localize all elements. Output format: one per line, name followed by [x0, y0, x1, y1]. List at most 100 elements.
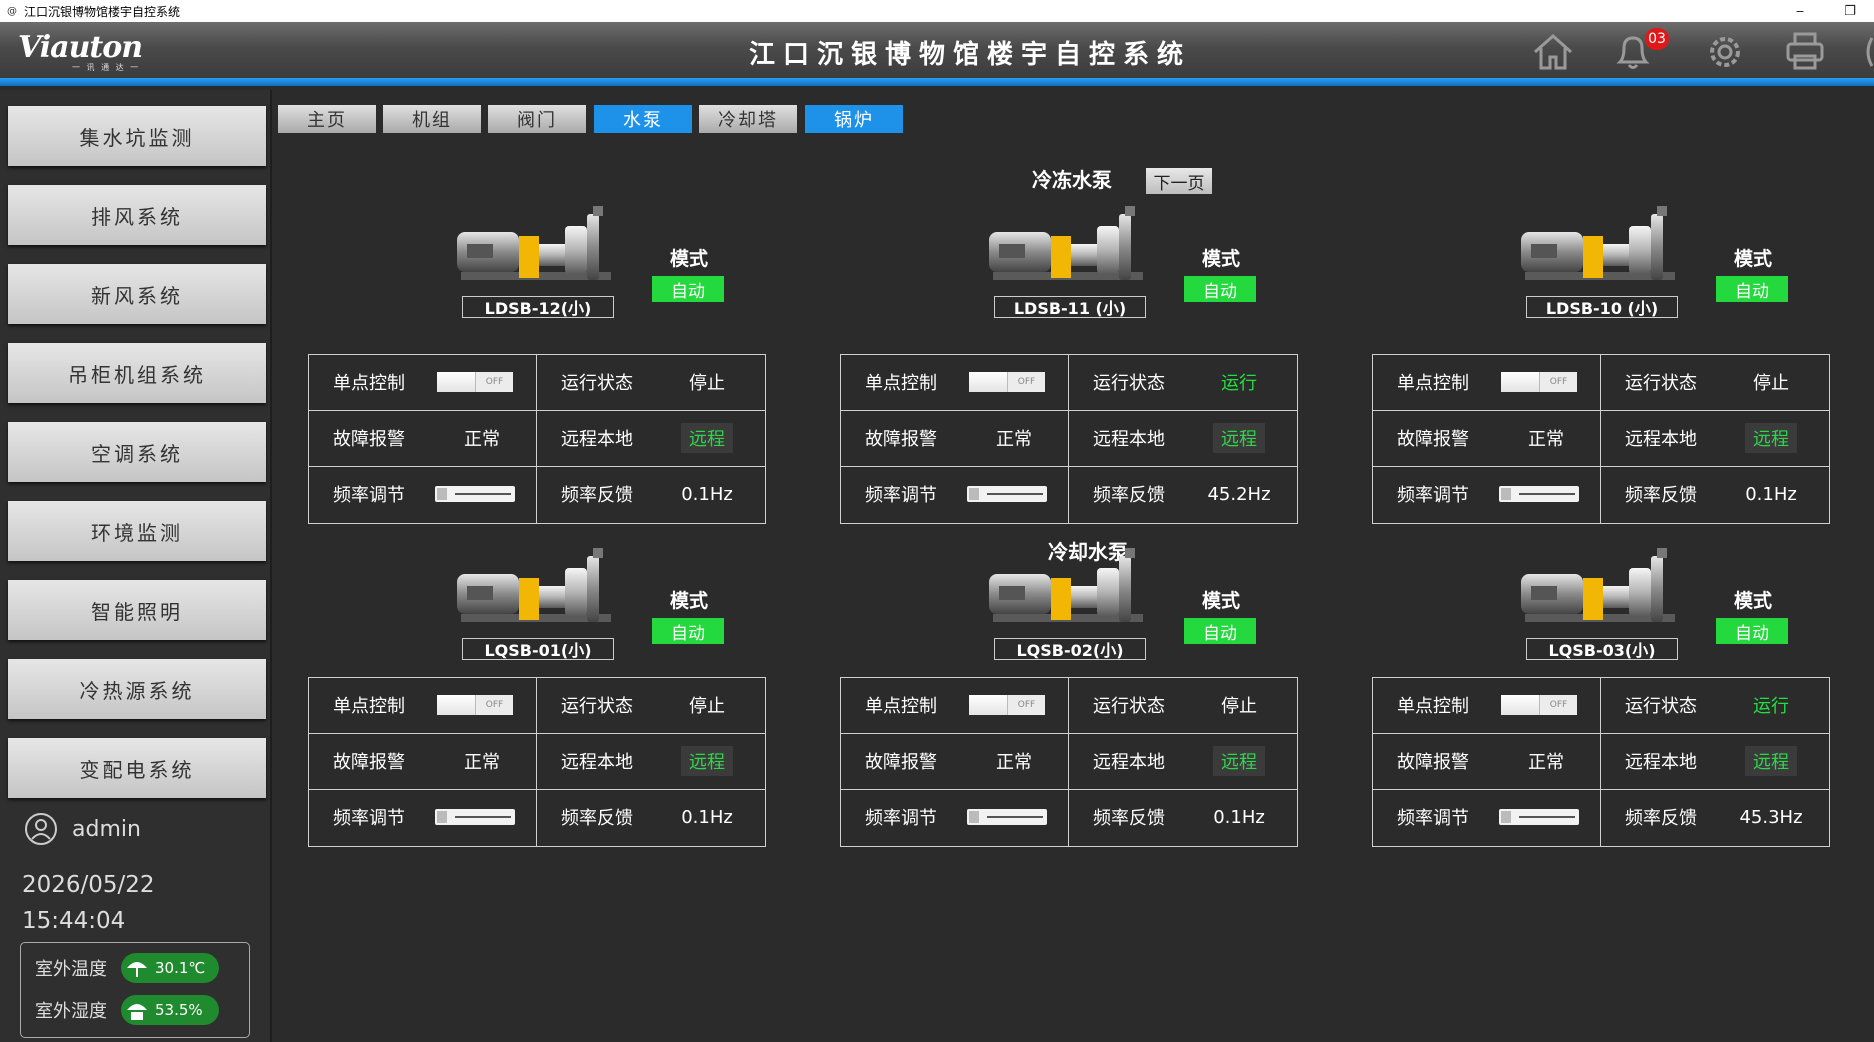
pump-mode-label: 模式: [1734, 590, 1773, 612]
pump-image: [453, 206, 623, 292]
sidebar-item-environment[interactable]: 环境监测: [8, 501, 266, 561]
pump-icon: [1521, 206, 1675, 280]
slider-track: [987, 816, 1043, 818]
freq-feedback-value: 0.1Hz: [681, 806, 733, 828]
remote-local-label: 远程本地: [1625, 429, 1697, 450]
single-control-toggle[interactable]: OFF: [1501, 372, 1577, 392]
single-control-toggle[interactable]: OFF: [969, 695, 1045, 715]
single-control-toggle[interactable]: OFF: [1501, 695, 1577, 715]
freq-adjust-label: 频率调节: [865, 808, 937, 829]
temperature-pill: 30.1℃: [121, 953, 219, 983]
sidebar-item-power[interactable]: 变配电系统: [8, 738, 266, 798]
single-control-toggle[interactable]: OFF: [969, 372, 1045, 392]
slider-fill: [1501, 811, 1511, 823]
remote-local-label: 远程本地: [1625, 752, 1697, 773]
temperature-label: 室外温度: [35, 959, 107, 980]
freq-adjust-slider[interactable]: [435, 486, 515, 502]
brand-logo-sub: 一 讯 通 达 一: [72, 63, 141, 72]
remote-local-value: 远程: [681, 746, 733, 776]
gear-icon[interactable]: [1702, 28, 1748, 74]
pump-mode-value[interactable]: 自动: [652, 618, 724, 644]
freq-feedback-label: 频率反馈: [1093, 808, 1165, 829]
sidebar-item-ceiling-unit[interactable]: 吊柜机组系统: [8, 343, 266, 403]
toggle-off-label: OFF: [1008, 695, 1045, 715]
single-control-label: 单点控制: [333, 696, 405, 717]
pump-icon: [457, 206, 611, 280]
next-page-button[interactable]: 下一页: [1146, 168, 1212, 194]
sidebar-item-exhaust[interactable]: 排风系统: [8, 185, 266, 245]
run-state-value: 停止: [689, 373, 725, 394]
sidebar-item-fresh-air[interactable]: 新风系统: [8, 264, 266, 324]
pump-mode-value[interactable]: 自动: [1184, 618, 1256, 644]
single-control-label: 单点控制: [333, 373, 405, 394]
pump-mode-label: 模式: [1202, 248, 1241, 270]
fault-alarm-value: 正常: [996, 429, 1032, 450]
toggle-knob: [1501, 695, 1540, 715]
run-state-label: 运行状态: [1625, 696, 1697, 717]
pump-image: [985, 548, 1155, 634]
tab-home[interactable]: 主页: [278, 105, 376, 133]
tab-units[interactable]: 机组: [383, 105, 481, 133]
sidebar-item-heat-source[interactable]: 冷热源系统: [8, 659, 266, 719]
sidebar-item-sump[interactable]: 集水坑监测: [8, 106, 266, 166]
humidity-umbrella-icon: [127, 1004, 147, 1020]
run-state-value: 停止: [689, 696, 725, 717]
humidity-value: 53.5%: [155, 1001, 203, 1019]
user-avatar-icon: [25, 813, 57, 845]
pump-mode-label: 模式: [1202, 590, 1241, 612]
restore-button[interactable]: ❐: [1830, 0, 1870, 22]
minimize-button[interactable]: ‒: [1780, 0, 1820, 22]
remote-local-label: 远程本地: [561, 752, 633, 773]
slider-fill: [437, 488, 447, 500]
toggle-knob: [969, 695, 1008, 715]
single-control-toggle[interactable]: OFF: [437, 695, 513, 715]
humidity-row: 室外湿度 53.5%: [35, 995, 219, 1025]
toggle-knob: [437, 695, 476, 715]
slider-track: [1519, 493, 1575, 495]
remote-local-label: 远程本地: [561, 429, 633, 450]
toggle-off-label: OFF: [1540, 372, 1577, 392]
freq-feedback-label: 频率反馈: [1093, 485, 1165, 506]
pump-name: LQSB-01(小): [462, 638, 614, 660]
slider-fill: [437, 811, 447, 823]
fault-alarm-label: 故障报警: [333, 429, 405, 450]
tab-cooling-tower[interactable]: 冷却塔: [699, 105, 797, 133]
tab-valves[interactable]: 阀门: [488, 105, 586, 133]
more-icon[interactable]: [1862, 28, 1874, 74]
fault-alarm-label: 故障报警: [1397, 752, 1469, 773]
remote-local-value: 远程: [1745, 746, 1797, 776]
fault-alarm-label: 故障报警: [333, 752, 405, 773]
tab-pumps[interactable]: 水泵: [594, 105, 692, 133]
fault-alarm-value: 正常: [1528, 752, 1564, 773]
weather-panel: 室外温度 30.1℃ 室外湿度 53.5%: [20, 942, 250, 1038]
tab-boiler[interactable]: 锅炉: [805, 105, 903, 133]
remote-local-cell: 远程: [1189, 411, 1289, 465]
fault-alarm-value: 正常: [996, 752, 1032, 773]
pump-name: LDSB-12(小): [462, 296, 614, 318]
toggle-off-label: OFF: [476, 372, 513, 392]
slider-fill: [1501, 488, 1511, 500]
home-icon[interactable]: [1530, 28, 1576, 74]
freq-adjust-slider[interactable]: [1499, 486, 1579, 502]
pump-mode-value[interactable]: 自动: [1184, 276, 1256, 302]
sidebar-item-hvac[interactable]: 空调系统: [8, 422, 266, 482]
freq-adjust-slider[interactable]: [967, 809, 1047, 825]
pump-mode-value[interactable]: 自动: [1716, 618, 1788, 644]
freq-adjust-slider[interactable]: [435, 809, 515, 825]
alarm-count-badge[interactable]: 03: [1645, 28, 1669, 50]
pump-mode-value[interactable]: 自动: [1716, 276, 1788, 302]
freq-adjust-label: 频率调节: [865, 485, 937, 506]
printer-icon[interactable]: [1782, 28, 1828, 74]
sidebar: 集水坑监测 排风系统 新风系统 吊柜机组系统 空调系统 环境监测 智能照明 冷热…: [0, 90, 272, 1042]
freq-adjust-slider[interactable]: [967, 486, 1047, 502]
single-control-toggle[interactable]: OFF: [437, 372, 513, 392]
freq-adjust-slider[interactable]: [1499, 809, 1579, 825]
humidity-label: 室外湿度: [35, 1001, 107, 1022]
single-control-label: 单点控制: [865, 373, 937, 394]
table-divider-vertical: [1600, 355, 1601, 523]
pump-icon: [989, 548, 1143, 622]
pump-mode-value[interactable]: 自动: [652, 276, 724, 302]
sidebar-item-lighting[interactable]: 智能照明: [8, 580, 266, 640]
run-state-label: 运行状态: [1093, 696, 1165, 717]
remote-local-label: 远程本地: [1093, 429, 1165, 450]
